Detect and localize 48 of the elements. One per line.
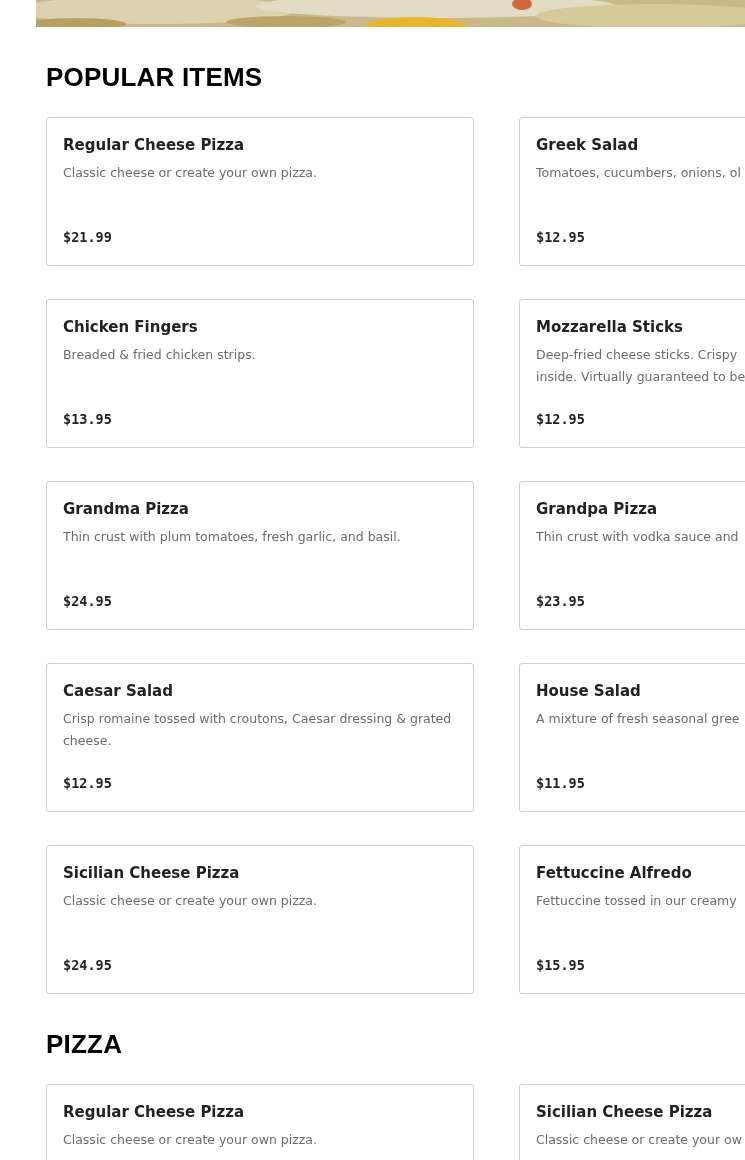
item-price: $12.95 — [536, 229, 585, 245]
menu-item-card[interactable]: Grandpa Pizza Thin crust with vodka sauce and $23.95 — [519, 481, 745, 630]
item-name: Regular Cheese Pizza — [63, 136, 245, 154]
item-name: Grandpa Pizza — [536, 500, 658, 518]
item-price: $11.95 — [536, 775, 585, 791]
item-name: Fettuccine Alfredo — [536, 864, 692, 882]
item-description: Thin crust with vodka sauce and — [536, 528, 739, 546]
menu-item-card[interactable]: Grandma Pizza Thin crust with plum tomatoes, fresh garlic, and basil. $24.95 — [46, 481, 474, 630]
item-name: House Salad — [536, 682, 641, 700]
menu-item-card[interactable]: Sicilian Cheese Pizza Classic cheese or create your ow — [519, 1084, 745, 1160]
item-price: $12.95 — [536, 411, 585, 427]
item-name: Sicilian Cheese Pizza — [63, 864, 240, 882]
item-description: Classic cheese or create your own pizza. — [63, 1131, 317, 1149]
item-description: Classic cheese or create your ow — [536, 1131, 742, 1149]
item-price: $12.95 — [63, 775, 112, 791]
item-description: Classic cheese or create your own pizza. — [63, 892, 317, 910]
item-description: Crisp romaine tossed with croutons, Caesar dressing & grated cheese. — [63, 710, 452, 750]
item-price: $24.95 — [63, 593, 112, 609]
section-heading: POPULAR ITEMS — [46, 63, 264, 91]
item-price: $23.95 — [536, 593, 585, 609]
menu-item-card[interactable]: Regular Cheese Pizza Classic cheese or create your own pizza. — [46, 1084, 474, 1160]
item-price: $24.95 — [63, 957, 112, 973]
item-description: Classic cheese or create your own pizza. — [63, 164, 317, 182]
item-name: Chicken Fingers — [63, 318, 198, 336]
item-description: Fettuccine tossed in our creamy — [536, 892, 737, 910]
item-description: Tomatoes, cucumbers, onions, ol — [536, 164, 741, 182]
item-price: $15.95 — [536, 957, 585, 973]
menu-item-card[interactable]: Sicilian Cheese Pizza Classic cheese or create your own pizza. $24.95 — [46, 845, 474, 994]
menu-item-card[interactable]: Regular Cheese Pizza Classic cheese or create your own pizza. $21.99 — [46, 117, 474, 266]
menu-item-card[interactable]: Caesar Salad Crisp romaine tossed with croutons, Caesar dressing & grated cheese. $12.95 — [46, 663, 474, 812]
item-description: Thin crust with plum tomatoes, fresh garlic, and basil. — [63, 528, 401, 546]
item-description: Deep-fried cheese sticks. Crispy inside. Virtually guaranteed to be — [536, 346, 745, 386]
item-price: $13.95 — [63, 411, 112, 427]
item-name: Grandma Pizza — [63, 500, 189, 518]
item-description: Breaded & fried chicken strips. — [63, 346, 256, 364]
menu-item-card[interactable]: House Salad A mixture of fresh seasonal gree $11.95 — [519, 663, 745, 812]
item-price: $21.99 — [63, 229, 112, 245]
section-heading: PIZZA — [46, 1030, 124, 1058]
item-name: Regular Cheese Pizza — [63, 1103, 245, 1121]
item-name: Mozzarella Sticks — [536, 318, 683, 336]
item-name: Sicilian Cheese Pizza — [536, 1103, 713, 1121]
menu-item-card[interactable]: Fettuccine Alfredo Fettuccine tossed in our creamy $15.95 — [519, 845, 745, 994]
item-description: A mixture of fresh seasonal gree — [536, 710, 740, 728]
menu-item-card[interactable]: Chicken Fingers Breaded & fried chicken strips. $13.95 — [46, 299, 474, 448]
item-name: Greek Salad — [536, 136, 639, 154]
menu-item-card[interactable]: Mozzarella Sticks Deep-fried cheese sticks. Crispy inside. Virtually guaranteed to be $12.95 — [519, 299, 745, 448]
menu-item-card[interactable]: Greek Salad Tomatoes, cucumbers, onions, ol $12.95 — [519, 117, 745, 266]
item-name: Caesar Salad — [63, 682, 173, 700]
